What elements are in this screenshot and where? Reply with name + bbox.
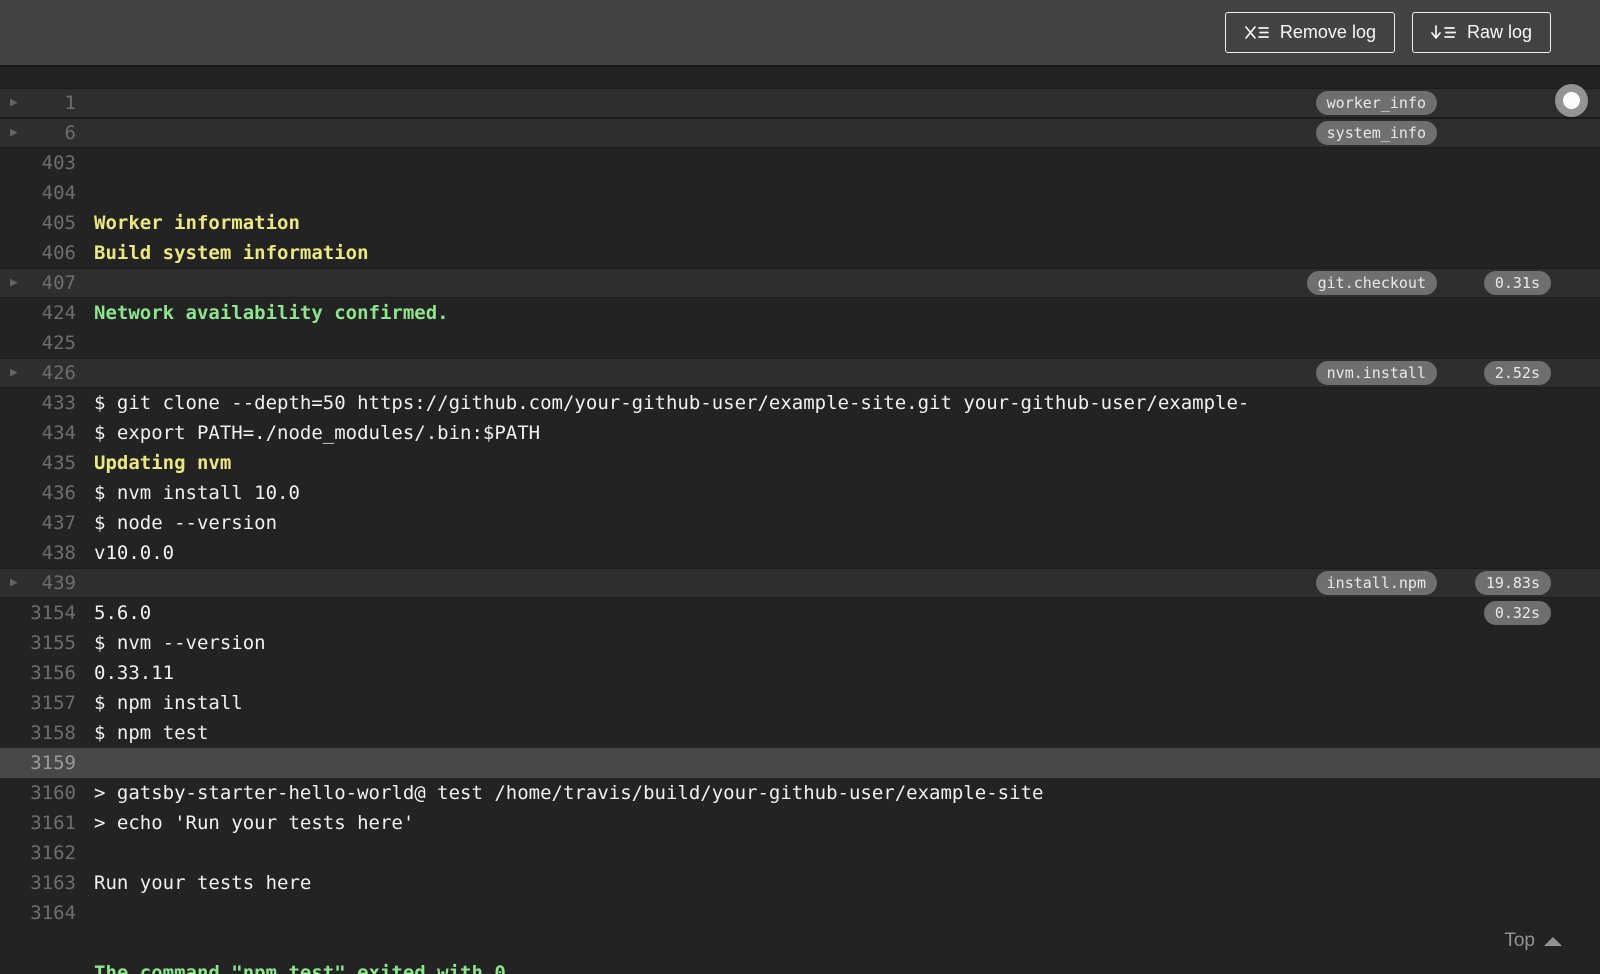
log-line: ▶ 426 $ nvm install 10.0 nvm.install 2.5… [0, 358, 1600, 504]
log-line: 3162 The command "npm test" exited with … [0, 838, 1600, 974]
line-number[interactable]: 435 [0, 448, 76, 478]
log-view: ▶ 1 Worker information worker_info ▶ 6 B… [0, 67, 1600, 974]
log-line: 404 Network availability confirmed. [0, 178, 1600, 324]
line-number[interactable]: 3157 [0, 688, 76, 718]
log-line: 436 5.6.0 [0, 478, 1600, 624]
remove-log-icon [1244, 24, 1269, 41]
line-number[interactable]: 3155 [0, 628, 76, 658]
log-line: 3160 [0, 778, 1600, 808]
line-number[interactable]: 407 [0, 268, 76, 298]
scroll-indicator-icon[interactable] [1555, 84, 1588, 117]
line-number[interactable]: 406 [0, 238, 76, 268]
line-number[interactable]: 433 [0, 388, 76, 418]
line-number[interactable]: 439 [0, 568, 76, 598]
line-number[interactable]: 6 [0, 118, 76, 148]
remove-log-button[interactable]: Remove log [1224, 12, 1395, 53]
log-line: 3159 Run your tests here [0, 748, 1600, 894]
line-number[interactable]: 426 [0, 358, 76, 388]
line-number[interactable]: 437 [0, 508, 76, 538]
line-number[interactable]: 3158 [0, 718, 76, 748]
log-line: ▶ 1 Worker information worker_info [0, 88, 1600, 234]
line-number[interactable]: 425 [0, 328, 76, 358]
log-line: 3163 [0, 868, 1600, 898]
log-line: 424 $ export PATH=./node_modules/.bin:$P… [0, 298, 1600, 444]
log-line: 433 $ node --version [0, 388, 1600, 534]
line-number[interactable]: 3162 [0, 838, 76, 868]
line-number[interactable]: 3154 [0, 598, 76, 628]
log-line: 403 [0, 148, 1600, 178]
log-line: 425 Updating nvm [0, 328, 1600, 474]
fold-tag-badge: git.checkout [1306, 271, 1437, 295]
duration-badge: 0.32s [1483, 601, 1551, 625]
raw-log-icon [1431, 24, 1456, 41]
line-number[interactable]: 434 [0, 418, 76, 448]
log-line: ▶ 439 $ npm install install.npm 19.83s [0, 568, 1600, 714]
line-number[interactable]: 3160 [0, 778, 76, 808]
line-number[interactable]: 424 [0, 298, 76, 328]
line-number[interactable]: 3163 [0, 868, 76, 898]
line-number[interactable]: 3164 [0, 898, 76, 928]
chevron-up-icon [1544, 936, 1562, 946]
log-line: 438 0.33.11 [0, 538, 1600, 684]
log-lines: ▶ 1 Worker information worker_info ▶ 6 B… [0, 88, 1600, 974]
line-number[interactable]: 3161 [0, 808, 76, 838]
line-number[interactable]: 3159 [0, 748, 76, 778]
remove-log-label: Remove log [1279, 22, 1376, 42]
line-number[interactable]: 1 [0, 88, 76, 118]
top-link-label: Top [1504, 930, 1535, 951]
raw-log-button[interactable]: Raw log [1411, 12, 1551, 53]
duration-badge: 2.52s [1483, 361, 1551, 385]
log-toolbar: Remove log Raw log [0, 0, 1600, 67]
log-line: 405 [0, 208, 1600, 238]
scroll-to-top-link[interactable]: Top [1504, 930, 1562, 952]
line-number[interactable]: 3156 [0, 658, 76, 688]
fold-tag-badge: worker_info [1315, 91, 1437, 115]
log-line: 3158 [0, 718, 1600, 748]
log-line: 406 [0, 238, 1600, 268]
log-line: 3161 [0, 808, 1600, 838]
fold-tag-badge: install.npm [1315, 571, 1437, 595]
log-line: 3157 > echo 'Run your tests here' [0, 688, 1600, 834]
line-number[interactable]: 438 [0, 538, 76, 568]
log-line: ▶ 407 $ git clone --depth=50 https://git… [0, 268, 1600, 414]
fold-tag-badge: nvm.install [1315, 361, 1437, 385]
log-line: 3164 Done. Your build exited with 0. [0, 898, 1600, 928]
log-line: 435 $ npm --version [0, 448, 1600, 594]
raw-log-label: Raw log [1466, 22, 1532, 42]
duration-badge: 0.31s [1483, 271, 1551, 295]
line-number[interactable]: 436 [0, 478, 76, 508]
line-number[interactable]: 403 [0, 148, 76, 178]
log-line: 3156 > gatsby-starter-hello-world@ test … [0, 658, 1600, 804]
fold-tag-badge: system_info [1315, 121, 1437, 145]
log-line: 3154 $ npm test 0.32s [0, 598, 1600, 744]
line-number[interactable]: 404 [0, 178, 76, 208]
log-line: 434 v10.0.0 [0, 418, 1600, 564]
duration-badge: 19.83s [1474, 571, 1551, 595]
log-line: ▶ 6 Build system information system_info [0, 118, 1600, 264]
log-line: 437 $ nvm --version [0, 508, 1600, 654]
line-number[interactable]: 405 [0, 208, 76, 238]
log-line: 3155 [0, 628, 1600, 658]
